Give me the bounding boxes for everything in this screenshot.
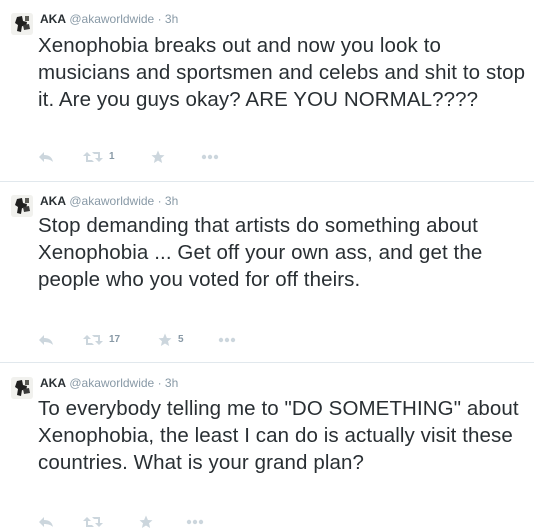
timestamp[interactable]: 3h <box>165 12 178 26</box>
star-icon <box>151 150 165 164</box>
timestamp[interactable]: 3h <box>165 194 178 208</box>
timeline: AKA @akaworldwide · 3h Xenophobia breaks… <box>0 0 534 532</box>
reply-button[interactable] <box>38 331 54 349</box>
favorite-button[interactable] <box>139 513 159 531</box>
more-icon <box>186 519 204 525</box>
more-button[interactable] <box>201 148 219 166</box>
tweet-header: AKA @akaworldwide · 3h <box>40 11 178 27</box>
tweet-actions <box>38 513 338 531</box>
tweet-actions: 1 <box>38 148 338 166</box>
display-name[interactable]: AKA <box>40 12 66 26</box>
username[interactable]: @akaworldwide <box>69 194 154 208</box>
tweet-actions: 17 5 <box>38 331 338 349</box>
reply-icon <box>38 334 54 346</box>
tweet-header: AKA @akaworldwide · 3h <box>40 375 178 391</box>
more-button[interactable] <box>186 513 204 531</box>
reply-button[interactable] <box>38 148 54 166</box>
separator-dot: · <box>157 12 162 26</box>
display-name[interactable]: AKA <box>40 376 66 390</box>
favorite-button[interactable] <box>151 148 171 166</box>
separator-dot: · <box>157 376 162 390</box>
avatar[interactable] <box>11 377 33 399</box>
star-icon <box>158 333 172 347</box>
tweet[interactable]: AKA @akaworldwide · 3h To everybody tell… <box>0 363 534 532</box>
tweet-header: AKA @akaworldwide · 3h <box>40 193 178 209</box>
reply-icon <box>38 516 54 528</box>
favorite-count: 5 <box>178 334 184 345</box>
display-name[interactable]: AKA <box>40 194 66 208</box>
retweet-count: 1 <box>109 151 115 162</box>
username[interactable]: @akaworldwide <box>69 12 154 26</box>
favorite-button[interactable]: 5 <box>158 331 184 349</box>
retweet-count: 17 <box>109 334 121 345</box>
tweet[interactable]: AKA @akaworldwide · 3h Stop demanding th… <box>0 182 534 362</box>
tweet-text: To everybody telling me to "DO SOMETHING… <box>38 397 519 474</box>
reply-icon <box>38 151 54 163</box>
retweet-button[interactable] <box>83 513 109 531</box>
more-button[interactable] <box>218 331 236 349</box>
separator-dot: · <box>157 194 162 208</box>
reply-button[interactable] <box>38 513 54 531</box>
tweet-text: Xenophobia breaks out and now you look t… <box>38 34 526 111</box>
avatar[interactable] <box>11 195 33 217</box>
retweet-button[interactable]: 17 <box>83 331 120 349</box>
avatar[interactable] <box>11 13 33 35</box>
star-icon <box>139 515 153 529</box>
retweet-icon <box>83 334 103 346</box>
tweet-text: Stop demanding that artists do something… <box>38 214 483 291</box>
retweet-icon <box>83 516 103 528</box>
more-icon <box>218 337 236 343</box>
timestamp[interactable]: 3h <box>165 376 178 390</box>
retweet-icon <box>83 151 103 163</box>
tweet[interactable]: AKA @akaworldwide · 3h Xenophobia breaks… <box>0 0 534 180</box>
retweet-button[interactable]: 1 <box>83 148 115 166</box>
more-icon <box>201 154 219 160</box>
username[interactable]: @akaworldwide <box>69 376 154 390</box>
